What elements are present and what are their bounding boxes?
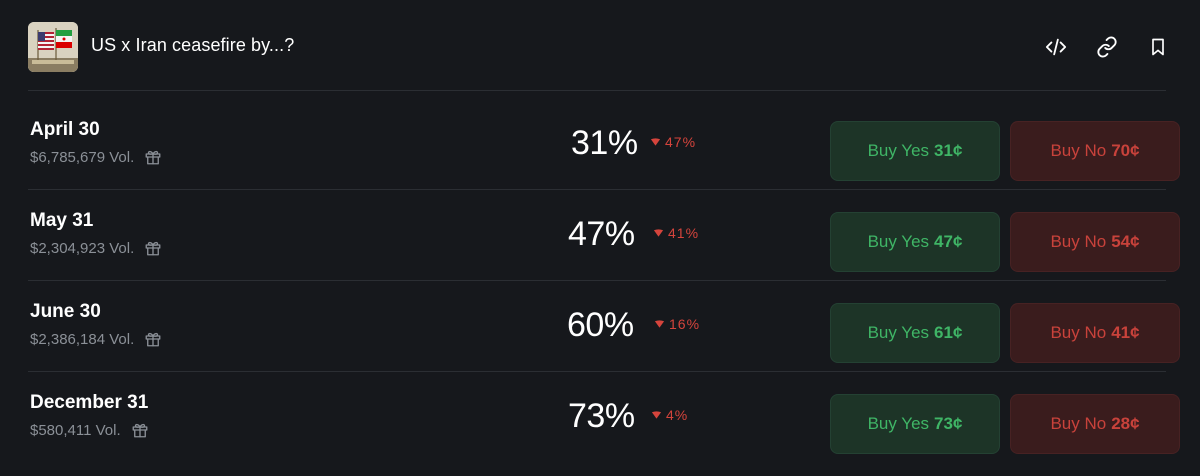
buy-no-price: 70¢	[1111, 141, 1140, 160]
chance-percent: 47%	[568, 215, 635, 253]
buy-no-price: 54¢	[1111, 232, 1140, 251]
chance-change: 41%	[653, 225, 699, 241]
change-value: 41%	[668, 225, 700, 241]
gift-icon[interactable]	[144, 239, 162, 257]
chance-change: 47%	[650, 134, 696, 150]
buy-no-button[interactable]: Buy No 28¢	[1010, 394, 1180, 454]
buy-no-label: Buy No	[1050, 323, 1107, 342]
link-icon[interactable]	[1095, 35, 1119, 59]
volume-text: $2,304,923 Vol.	[30, 239, 135, 257]
code-icon[interactable]	[1044, 35, 1068, 59]
market-title: US x Iran ceasefire by...?	[91, 35, 295, 55]
buy-yes-label: Buy Yes	[867, 232, 930, 251]
outcome-row[interactable]: May 31 $2,304,923 Vol. 47% 41% Buy Yes 4…	[28, 190, 1180, 281]
buy-yes-price: 61¢	[934, 323, 963, 342]
outcome-label: June 30	[30, 301, 101, 322]
volume-text: $580,411 Vol.	[30, 421, 121, 439]
outcome-row[interactable]: June 30 $2,386,184 Vol. 60% 16% Buy Yes …	[28, 281, 1180, 372]
change-value: 4%	[666, 407, 689, 423]
chance-change: 16%	[654, 316, 700, 332]
gift-icon[interactable]	[131, 421, 149, 439]
gift-icon[interactable]	[144, 148, 162, 166]
down-triangle-icon	[653, 229, 664, 237]
chance-percent: 60%	[567, 306, 634, 344]
buy-yes-label: Buy Yes	[867, 323, 930, 342]
outcome-volume: $2,386,184 Vol.	[30, 330, 162, 348]
us-iran-flags-icon[interactable]	[28, 22, 78, 72]
outcome-volume: $6,785,679 Vol.	[30, 148, 162, 166]
buy-no-label: Buy No	[1050, 232, 1107, 251]
outcome-label: April 30	[30, 119, 100, 140]
outcome-label: May 31	[30, 210, 94, 231]
gift-icon[interactable]	[144, 330, 162, 348]
outcome-label: December 31	[30, 392, 149, 413]
chance-percent: 73%	[568, 397, 635, 435]
chance-change: 4%	[651, 407, 688, 423]
bookmark-icon[interactable]	[1146, 35, 1170, 59]
market-header: US x Iran ceasefire by...?	[28, 22, 1176, 72]
buy-no-button[interactable]: Buy No 70¢	[1010, 121, 1180, 181]
outcome-row[interactable]: April 30 $6,785,679 Vol. 31% 47% Buy Yes…	[28, 99, 1180, 190]
buy-yes-price: 47¢	[934, 232, 963, 251]
header-divider	[28, 90, 1166, 91]
buy-yes-label: Buy Yes	[867, 141, 930, 160]
chance-percent: 31%	[571, 124, 638, 162]
buy-no-button[interactable]: Buy No 41¢	[1010, 303, 1180, 363]
change-value: 16%	[669, 316, 701, 332]
buy-no-button[interactable]: Buy No 54¢	[1010, 212, 1180, 272]
outcome-volume: $2,304,923 Vol.	[30, 239, 162, 257]
buy-yes-button[interactable]: Buy Yes 31¢	[830, 121, 1000, 181]
buy-no-label: Buy No	[1050, 414, 1107, 433]
outcome-row[interactable]: December 31 $580,411 Vol. 73% 4% Buy Yes…	[28, 372, 1180, 463]
buy-yes-button[interactable]: Buy Yes 47¢	[830, 212, 1000, 272]
buy-no-price: 28¢	[1111, 414, 1140, 433]
change-value: 47%	[665, 134, 697, 150]
buy-no-label: Buy No	[1050, 141, 1107, 160]
buy-yes-label: Buy Yes	[867, 414, 930, 433]
volume-text: $6,785,679 Vol.	[30, 148, 135, 166]
outcome-volume: $580,411 Vol.	[30, 421, 149, 439]
buy-yes-button[interactable]: Buy Yes 61¢	[830, 303, 1000, 363]
buy-yes-button[interactable]: Buy Yes 73¢	[830, 394, 1000, 454]
down-triangle-icon	[650, 138, 661, 146]
down-triangle-icon	[654, 320, 665, 328]
volume-text: $2,386,184 Vol.	[30, 330, 135, 348]
buy-yes-price: 31¢	[934, 141, 963, 160]
market-card: US x Iran ceasefire by...? April 30 $6,7…	[0, 0, 1200, 476]
buy-no-price: 41¢	[1111, 323, 1140, 342]
buy-yes-price: 73¢	[934, 414, 963, 433]
down-triangle-icon	[651, 411, 662, 419]
